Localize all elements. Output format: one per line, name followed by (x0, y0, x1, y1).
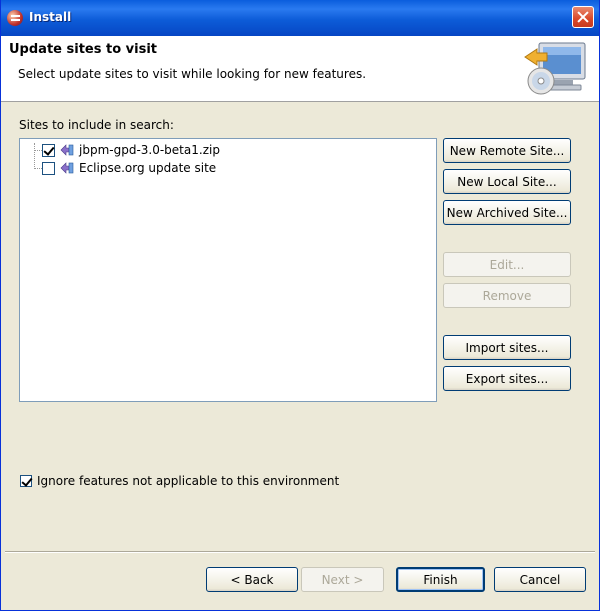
wizard-header: Update sites to visit Select update site… (1, 36, 599, 102)
title-bar[interactable]: Install (1, 0, 599, 36)
sites-label: Sites to include in search: (19, 118, 174, 132)
sites-tree[interactable]: jbpm-gpd-3.0-beta1.zip Eclipse.org updat… (19, 138, 437, 402)
remove-button[interactable]: Remove (443, 283, 571, 308)
site-label: jbpm-gpd-3.0-beta1.zip (79, 143, 220, 157)
archive-site-icon (60, 144, 74, 156)
site-label: Eclipse.org update site (79, 161, 217, 175)
window-title: Install (29, 10, 72, 24)
finish-button[interactable]: Finish (396, 567, 485, 592)
new-local-site-button[interactable]: New Local Site... (443, 169, 571, 194)
eclipse-icon (7, 10, 23, 26)
back-button[interactable]: < Back (206, 567, 298, 592)
remote-site-icon (60, 162, 74, 174)
site-checkbox[interactable] (42, 144, 55, 157)
edit-button[interactable]: Edit... (443, 252, 571, 277)
install-wizard-icon (524, 42, 586, 95)
import-sites-button[interactable]: Import sites... (443, 335, 571, 360)
page-description: Select update sites to visit while looki… (18, 67, 367, 81)
ignore-features-checkbox[interactable] (20, 475, 32, 487)
new-remote-site-button[interactable]: New Remote Site... (443, 138, 571, 163)
page-title: Update sites to visit (9, 42, 157, 57)
close-button[interactable] (572, 6, 594, 28)
cancel-button[interactable]: Cancel (494, 567, 586, 592)
footer-separator (5, 551, 595, 553)
new-archived-site-button[interactable]: New Archived Site... (443, 200, 571, 225)
site-checkbox[interactable] (42, 162, 55, 175)
export-sites-button[interactable]: Export sites... (443, 366, 571, 391)
next-button[interactable]: Next > (301, 567, 384, 592)
install-dialog: Install Update sites to visit Select upd… (0, 0, 600, 611)
ignore-features-label: Ignore features not applicable to this e… (37, 474, 340, 488)
tree-connector (34, 143, 35, 169)
